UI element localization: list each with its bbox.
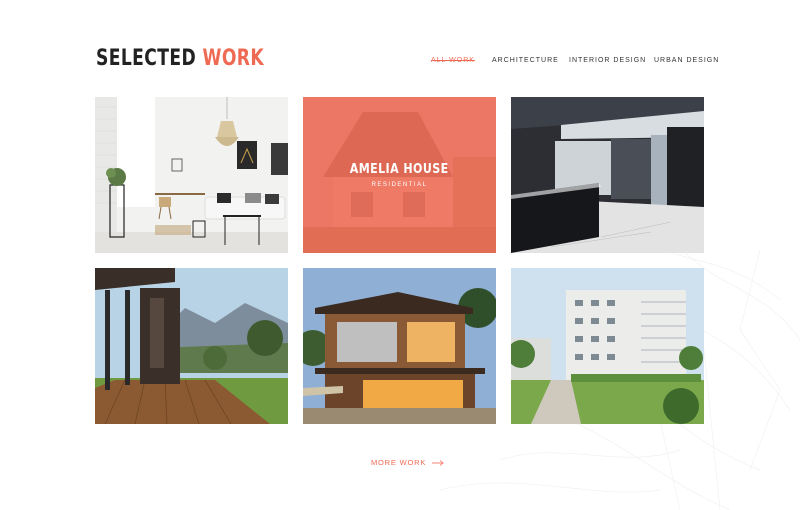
living-room-image xyxy=(95,97,288,253)
apartments-image xyxy=(511,268,704,424)
office-reception-image xyxy=(511,97,704,253)
project-tile-living-room[interactable] xyxy=(95,97,288,253)
project-title: AMELIA HOUSE xyxy=(350,162,449,177)
more-work-label: MORE WORK xyxy=(371,458,427,467)
arrow-right-icon xyxy=(432,459,444,466)
project-tile-modern-house[interactable] xyxy=(303,268,496,424)
project-tile-office-reception[interactable] xyxy=(511,97,704,253)
filter-interior-design[interactable]: INTERIOR DESIGN xyxy=(569,57,646,64)
deck-view-image xyxy=(95,268,288,424)
title-part-2: WORK xyxy=(202,46,265,71)
project-hover-overlay: AMELIA HOUSE RESIDENTIAL xyxy=(303,97,496,253)
title-part-1: SELECTED xyxy=(96,46,197,71)
filter-architecture[interactable]: ARCHITECTURE xyxy=(492,57,559,64)
filter-all-work[interactable]: ALL WORK xyxy=(431,57,475,64)
project-tile-amelia-house[interactable]: AMELIA HOUSE RESIDENTIAL xyxy=(303,97,496,253)
project-tile-deck-view[interactable] xyxy=(95,268,288,424)
project-category: RESIDENTIAL xyxy=(371,182,428,188)
section-title: SELECTED WORK xyxy=(96,46,264,71)
more-work-link[interactable]: MORE WORK xyxy=(371,458,444,467)
filter-urban-design[interactable]: URBAN DESIGN xyxy=(654,57,719,64)
project-tile-apartments[interactable] xyxy=(511,268,704,424)
modern-house-image xyxy=(303,268,496,424)
